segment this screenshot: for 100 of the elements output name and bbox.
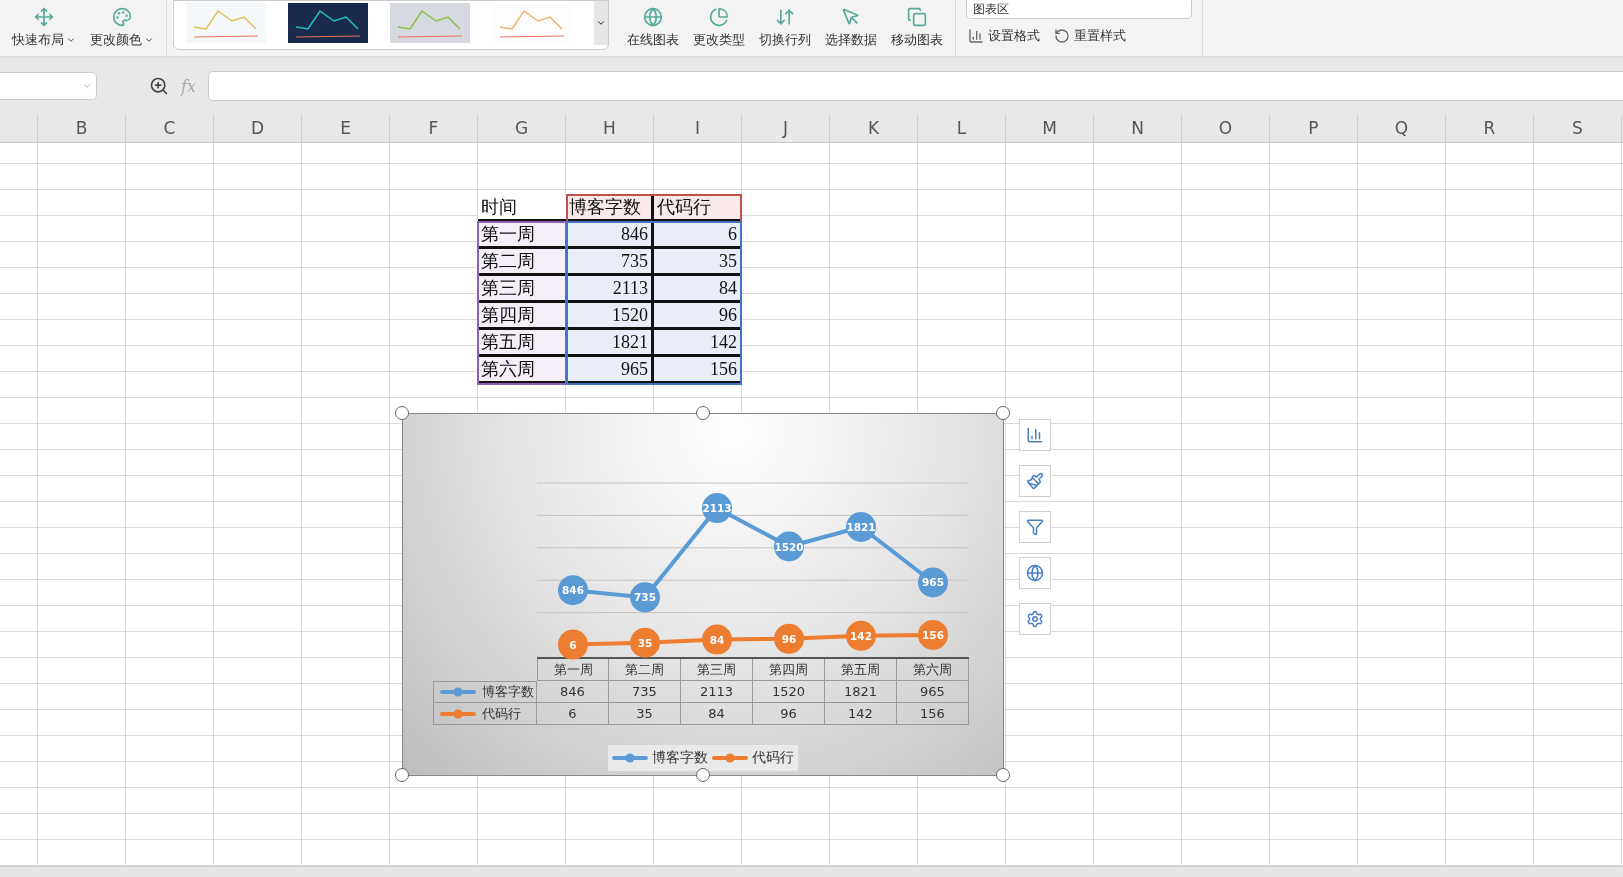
data-label: 6 <box>569 638 577 651</box>
ribbon-icon <box>841 7 861 27</box>
column-header[interactable]: O <box>1182 114 1270 142</box>
legend-key-icon <box>612 753 648 763</box>
ribbon-icon <box>34 7 54 27</box>
table-cell: 第二周 <box>478 249 566 276</box>
series-label: 博客字数 <box>482 683 534 701</box>
table-cell: 1520 <box>753 681 825 703</box>
ribbon-button[interactable]: 移动图表 <box>889 5 945 51</box>
table-cell: 735 <box>566 249 654 276</box>
formula-input[interactable] <box>207 71 1623 101</box>
table-cell: 6 <box>537 703 609 725</box>
column-header[interactable]: D <box>214 114 302 142</box>
chart-tool-button[interactable] <box>1019 465 1051 497</box>
data-label: 156 <box>922 628 944 641</box>
table-cell: 846 <box>537 681 609 703</box>
resize-handle[interactable] <box>996 768 1010 782</box>
ribbon-button[interactable]: 重置样式 <box>1052 25 1128 47</box>
ribbon-button[interactable]: 在线图表 <box>625 5 681 51</box>
ribbon-button[interactable]: 快速布局 <box>10 5 78 51</box>
fx-label: fx <box>181 76 196 96</box>
data-label: 2113 <box>702 502 732 515</box>
column-header[interactable]: C <box>126 114 214 142</box>
table-cell: 84 <box>654 276 740 303</box>
column-header[interactable]: L <box>918 114 1006 142</box>
data-label: 1821 <box>846 521 876 533</box>
caret-icon <box>82 81 92 91</box>
ribbon-icon <box>643 7 663 27</box>
ribbon-button[interactable]: 设置格式 <box>966 25 1042 47</box>
data-label: 84 <box>709 633 725 646</box>
legend-label: 代码行 <box>752 749 794 767</box>
chart-tool-button[interactable] <box>1019 557 1051 589</box>
column-header[interactable]: S <box>1534 114 1622 142</box>
category-label: 第一周 <box>537 659 609 681</box>
ribbon-button[interactable]: 选择数据 <box>823 5 879 51</box>
column-header[interactable]: I <box>654 114 742 142</box>
category-label: 第六周 <box>897 659 969 681</box>
table-cell: 第五周 <box>478 330 566 357</box>
column-header[interactable]: Q <box>1358 114 1446 142</box>
data-marker <box>846 512 876 542</box>
data-marker <box>918 619 948 650</box>
data-label: 96 <box>781 632 797 645</box>
resize-handle[interactable] <box>395 406 409 420</box>
table-cell: 735 <box>609 681 681 703</box>
table-cell: 2113 <box>681 681 753 703</box>
table-cell: 84 <box>681 703 753 725</box>
resize-handle[interactable] <box>696 768 710 782</box>
ribbon-button[interactable]: 切换行列 <box>757 5 813 51</box>
data-marker <box>774 531 804 562</box>
chart-style-thumbnail[interactable] <box>186 3 266 43</box>
table-cell: 96 <box>753 703 825 725</box>
ribbon-icon <box>775 7 795 27</box>
column-header[interactable]: K <box>830 114 918 142</box>
legend-key-icon <box>440 687 476 697</box>
column-header[interactable]: H <box>566 114 654 142</box>
column-header[interactable]: R <box>1446 114 1534 142</box>
chart-tool-button[interactable] <box>1019 603 1051 635</box>
table-cell: 846 <box>566 222 654 249</box>
column-header[interactable]: B <box>38 114 126 142</box>
series-label: 代码行 <box>482 704 521 723</box>
resize-handle[interactable] <box>395 768 409 782</box>
resize-handle[interactable] <box>996 406 1010 420</box>
column-header[interactable]: M <box>1006 114 1094 142</box>
ribbon-button[interactable]: 更改颜色 <box>88 5 156 51</box>
column-header[interactable]: G <box>478 114 566 142</box>
table-cell: 156 <box>897 703 969 725</box>
chart-tool-icon <box>1026 610 1044 628</box>
column-header[interactable]: P <box>1270 114 1358 142</box>
column-header[interactable]: E <box>302 114 390 142</box>
table-cell: 965 <box>566 357 654 384</box>
data-label: 1520 <box>774 540 804 553</box>
chart-style-thumbnail[interactable] <box>288 3 368 43</box>
chart-style-thumbnail[interactable] <box>390 3 470 43</box>
category-label: 第四周 <box>753 659 825 681</box>
data-marker <box>774 623 804 654</box>
data-label: 846 <box>562 584 584 597</box>
table-cell: 6 <box>654 222 740 249</box>
column-header[interactable]: F <box>390 114 478 142</box>
table-cell: 时间 <box>478 195 566 222</box>
data-marker <box>558 629 588 660</box>
table-cell: 96 <box>654 303 740 330</box>
caret-icon <box>596 18 606 28</box>
chart-tool-button[interactable] <box>1019 511 1051 543</box>
ribbon-icon <box>709 7 729 27</box>
ribbon-icon <box>1054 28 1070 44</box>
table-cell: 第一周 <box>478 222 566 249</box>
resize-handle[interactable] <box>696 406 710 420</box>
chart-area[interactable]: 846 735 2113 1520 1821 965 6 35 84 96 142 156 第一周 第二周 第三周 第四周 第五周 第六周 博客字数 846 735 2113 1520 1821 965 代码行 6 35 84 96 142 156 博客字数 代码行 <box>402 413 1004 776</box>
ribbon-button[interactable]: 更改类型 <box>691 5 747 51</box>
zoom-icon[interactable] <box>149 76 169 96</box>
data-label: 35 <box>637 636 653 649</box>
element-select[interactable]: 图表区 <box>966 0 1192 19</box>
chart-tool-button[interactable] <box>1019 419 1051 451</box>
data-label: 965 <box>922 576 944 589</box>
column-header[interactable]: N <box>1094 114 1182 142</box>
data-marker <box>918 567 948 598</box>
column-header[interactable]: J <box>742 114 830 142</box>
data-label: 735 <box>634 591 656 604</box>
chart-tool-icon <box>1026 426 1044 444</box>
table-cell: 2113 <box>566 276 654 303</box>
